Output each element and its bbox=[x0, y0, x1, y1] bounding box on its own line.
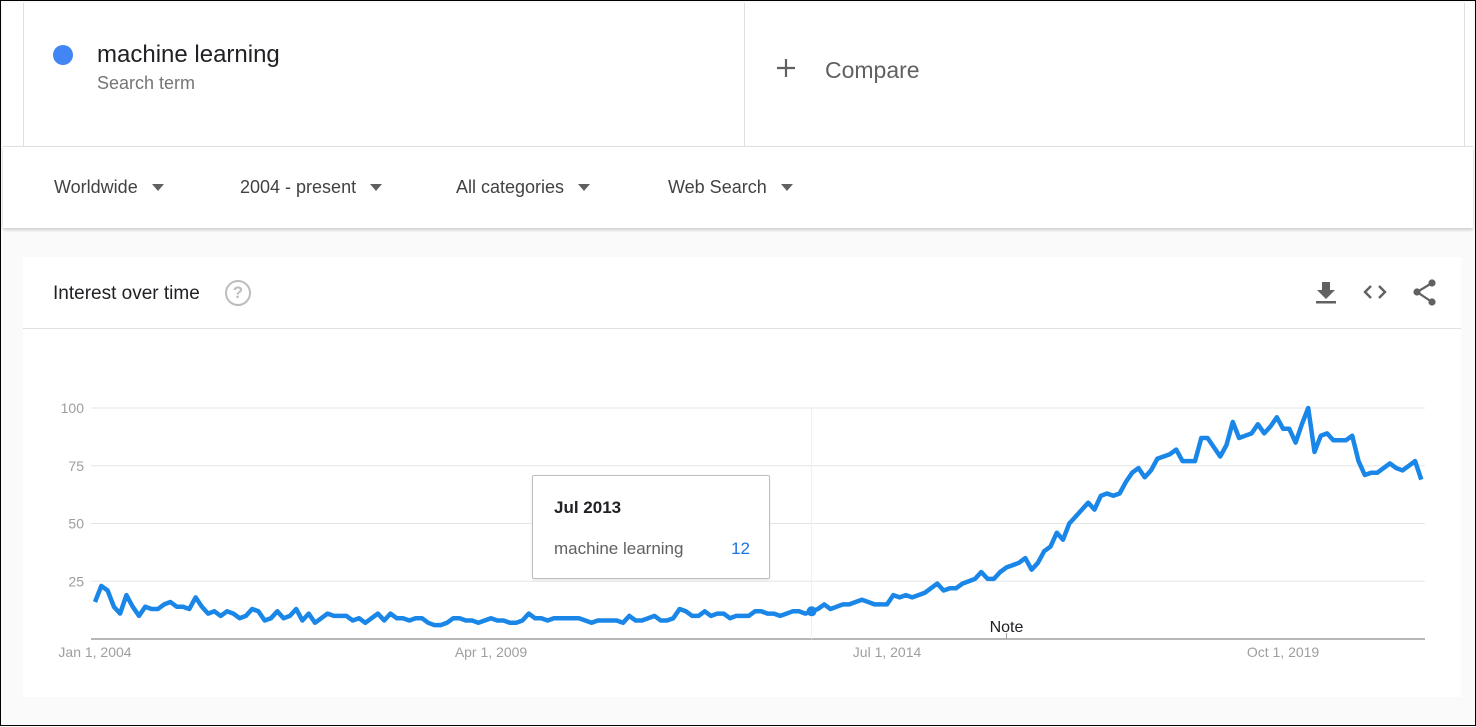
y-tick-label: 100 bbox=[61, 400, 85, 416]
tooltip-date: Jul 2013 bbox=[554, 498, 622, 517]
y-tick-label: 25 bbox=[68, 573, 84, 589]
x-tick-label: Apr 1, 2009 bbox=[455, 644, 528, 660]
interest-chart[interactable]: 25 50 75 100 Jan 1, 2004 Apr 1, 2009 Jul 1, 2… bbox=[1, 1, 1476, 727]
x-tick-label: Oct 1, 2019 bbox=[1247, 644, 1320, 660]
x-tick-label: Jul 1, 2014 bbox=[853, 644, 922, 660]
note-annotation[interactable]: Note bbox=[990, 619, 1024, 636]
y-tick-label: 75 bbox=[68, 458, 84, 474]
tooltip-series-name: machine learning bbox=[554, 539, 684, 558]
y-tick-label: 50 bbox=[68, 516, 84, 532]
page-frame: machine learning Search term Compare Wor… bbox=[0, 0, 1476, 726]
tooltip-value: 12 bbox=[731, 539, 750, 558]
x-tick-label: Jan 1, 2004 bbox=[58, 644, 131, 660]
chart-tooltip: Jul 2013 machine learning 12 bbox=[532, 475, 770, 579]
hover-point[interactable] bbox=[806, 606, 817, 617]
